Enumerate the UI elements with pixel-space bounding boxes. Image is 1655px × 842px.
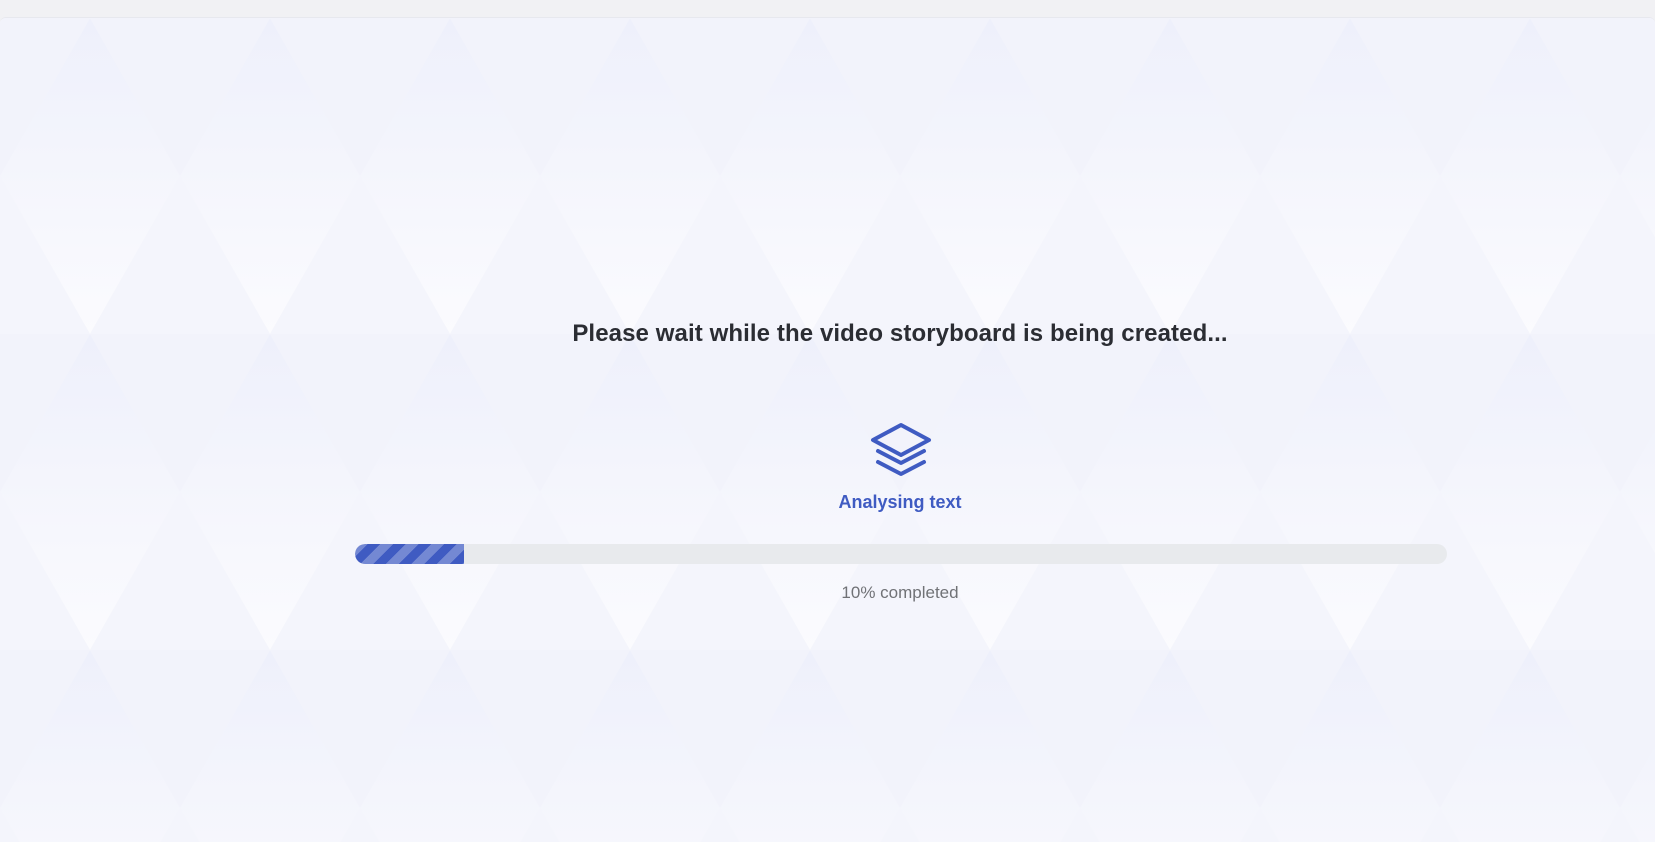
layers-icon	[869, 421, 933, 481]
progress-percent-text: 10% completed	[841, 583, 959, 602]
progress-bar	[355, 544, 1447, 564]
stage-label: Analysing text	[838, 492, 962, 512]
progress-bar-fill	[355, 544, 465, 564]
loading-title: Please wait while the video storyboard i…	[572, 320, 1228, 347]
loading-panel: Please wait while the video storyboard i…	[0, 17, 1655, 842]
